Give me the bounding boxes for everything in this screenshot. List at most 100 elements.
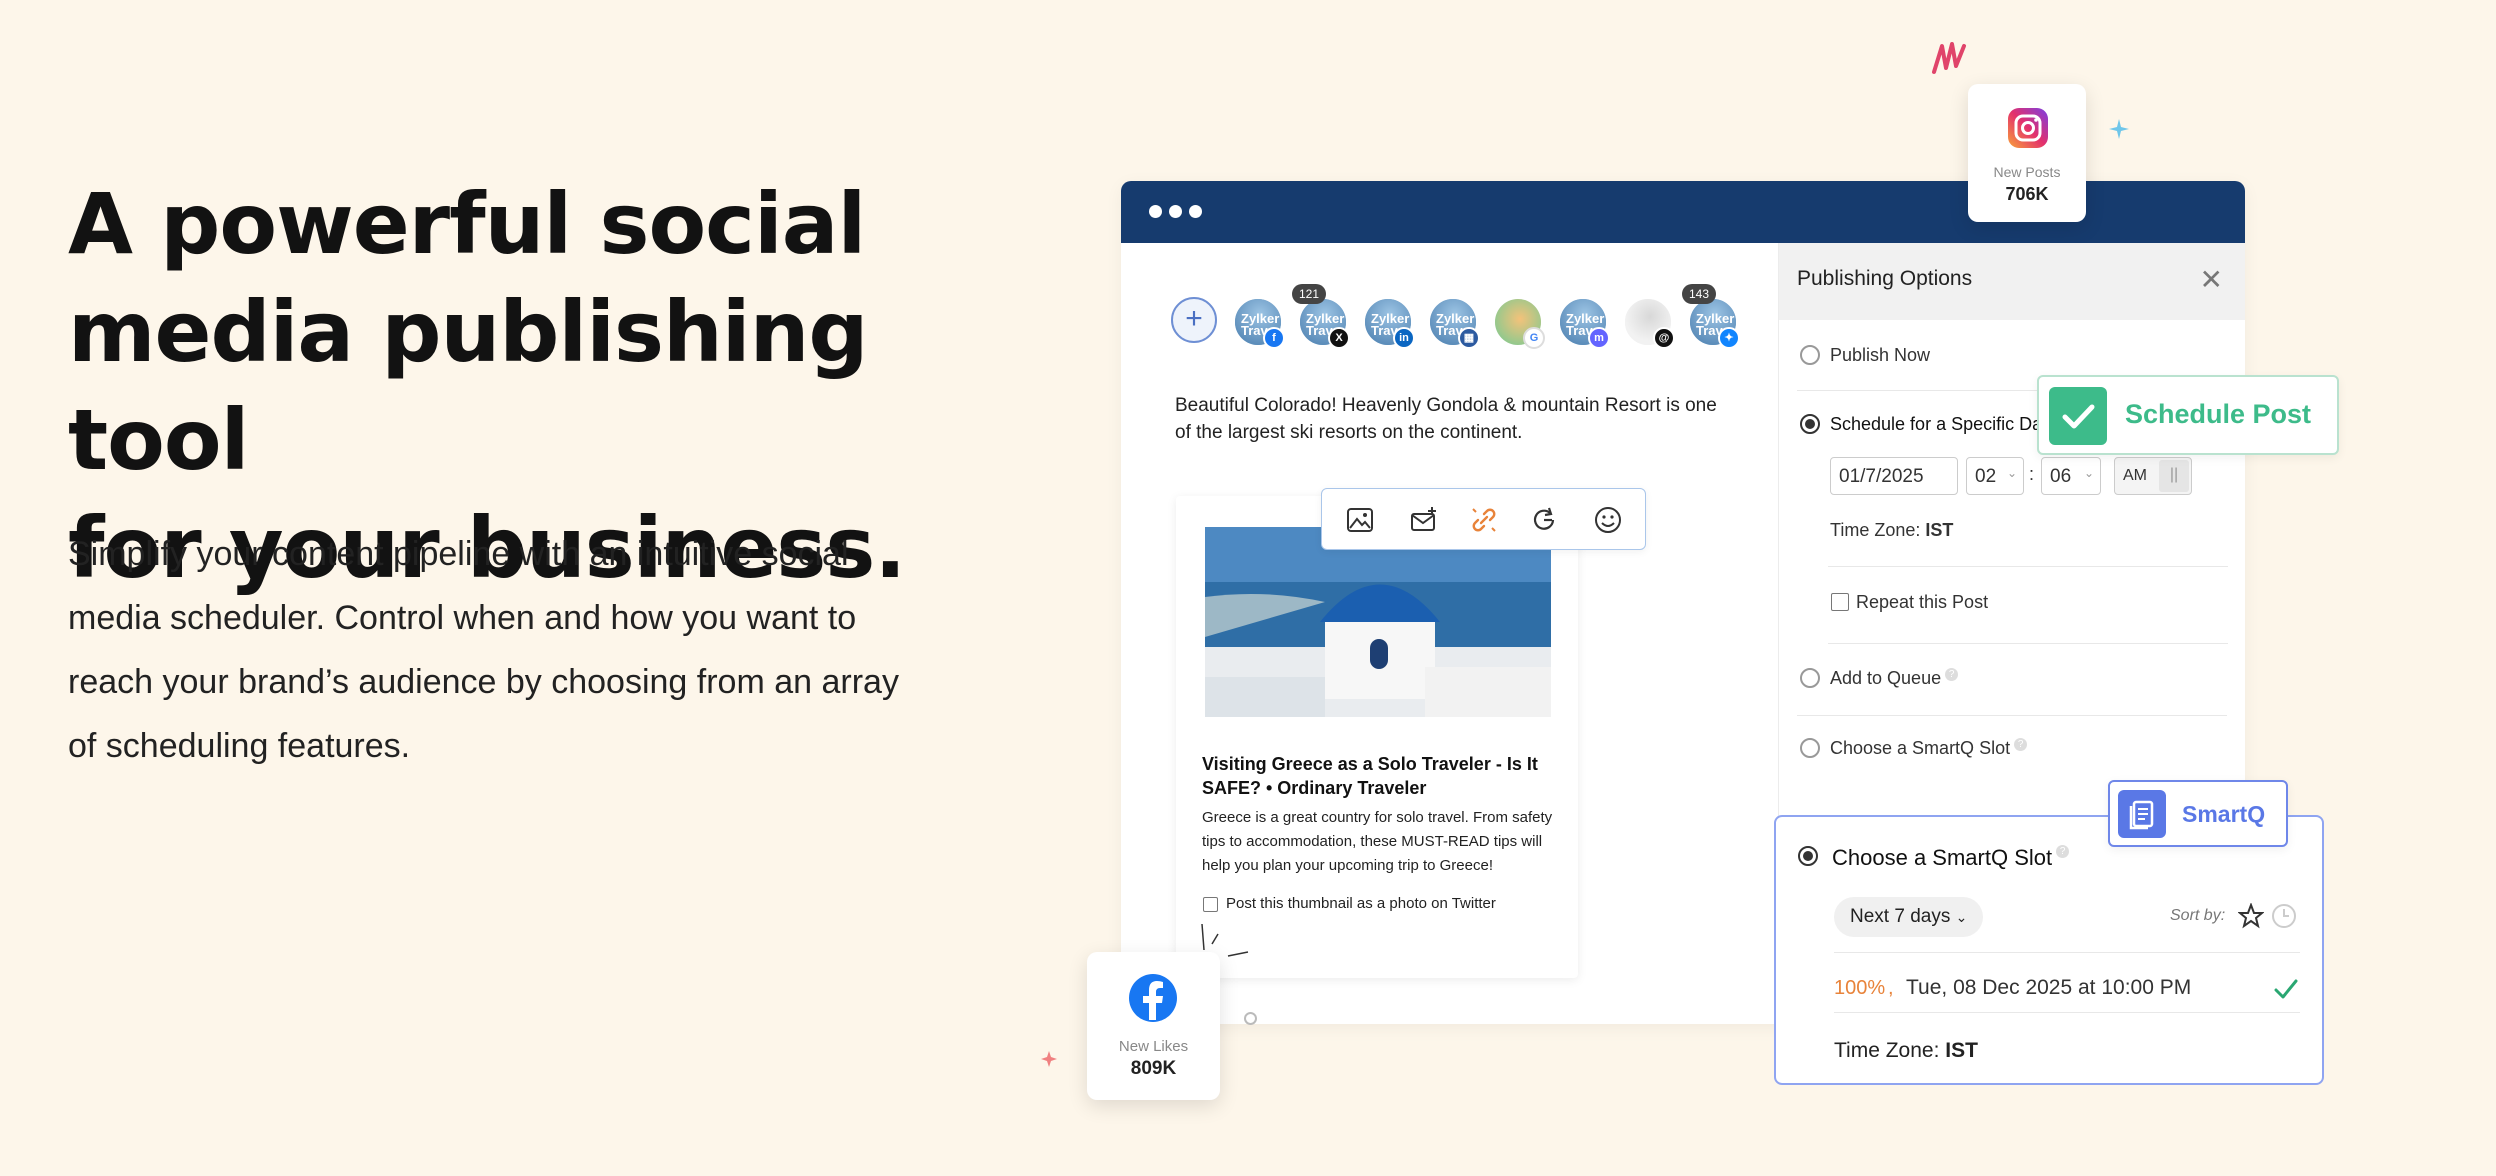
linkedin-icon: in (1393, 327, 1415, 349)
sparkle-icon (2109, 119, 2129, 139)
help-icon[interactable]: ? (2014, 738, 2028, 751)
publish-now-radio[interactable] (1800, 345, 1820, 365)
checkmark-icon (2274, 979, 2298, 999)
divider (1828, 566, 2228, 567)
hour-value: 02 (1975, 466, 1997, 487)
toggle-handle: || (2159, 460, 2189, 492)
schedule-specific-radio[interactable] (1800, 414, 1820, 434)
building-icon: ▦ (1458, 327, 1480, 349)
add-queue-radio[interactable] (1800, 668, 1820, 688)
hero-title-line: A powerful social (68, 175, 866, 273)
chevron-down-icon: ⌄ (2083, 466, 2094, 480)
carousel-dot[interactable] (1244, 1012, 1257, 1025)
facebook-stats-card: New Likes 809K (1087, 952, 1220, 1100)
instagram-icon (2008, 108, 2048, 148)
chevron-down-icon: ⌄ (1955, 909, 1968, 925)
close-icon[interactable]: ✕ (2200, 263, 2223, 296)
smartq-slot-panel: Choose a SmartQ Slot? Next 7 days ⌄ Sort… (1774, 815, 2324, 1085)
checkmark-icon (2049, 387, 2107, 445)
sort-by-label: Sort by: (2170, 907, 2226, 924)
sparkle-icon (1041, 1051, 1057, 1067)
help-icon[interactable]: ? (2056, 845, 2070, 858)
hero-title-line: media publishing tool (68, 283, 869, 489)
mastodon-icon: m (1588, 327, 1610, 349)
publishing-options-header: Publishing Options ✕ (1779, 243, 2245, 320)
facebook-icon (1129, 974, 1177, 1022)
ampm-toggle[interactable]: AM || (2114, 457, 2192, 495)
post-text-editor[interactable]: Beautiful Colorado! Heavenly Gondola & m… (1175, 392, 1735, 446)
facebook-icon: f (1263, 327, 1285, 349)
schedule-post-badge[interactable]: Schedule Post (2037, 375, 2339, 455)
window-dot (1189, 205, 1202, 218)
instagram-stat-label: New Posts (1993, 164, 2061, 180)
x-icon: X (1328, 327, 1350, 349)
window-dot (1149, 205, 1162, 218)
squiggle-decoration-icon (1932, 42, 1966, 74)
clock-icon[interactable] (2271, 903, 2297, 929)
profile-count-badge: 143 (1682, 284, 1717, 304)
add-queue-row: Add to Queue? (1830, 668, 1959, 689)
hero-subtitle-line: media scheduler. Control when and how yo… (68, 599, 857, 637)
schedule-specific-label: Schedule for a Specific Date (1830, 414, 2058, 434)
smartq-slot-item[interactable]: 100% , Tue, 08 Dec 2025 at 10:00 PM (1834, 967, 2304, 1017)
smartq-slot-label: Choose a SmartQ Slot (1830, 738, 2011, 758)
ampm-value: AM (2123, 467, 2147, 484)
time-separator: : (2029, 464, 2035, 484)
date-field[interactable]: 01/7/2025 (1830, 457, 1958, 495)
slot-percent: 100% (1834, 977, 1886, 999)
hero-subtitle-line: reach your brand’s audience by choosing … (68, 663, 899, 701)
minute-select[interactable]: 06 ⌄ (2041, 457, 2101, 495)
instagram-stats-card: New Posts 706K (1968, 84, 2086, 222)
threads-icon: @ (1653, 327, 1675, 349)
help-icon[interactable]: ? (1945, 668, 1959, 681)
minute-value: 06 (2050, 466, 2072, 487)
smartq-label: SmartQ (2182, 801, 2266, 827)
smartq-badge[interactable]: SmartQ (2108, 780, 2288, 847)
link-icon[interactable] (1468, 504, 1500, 536)
facebook-stat-label: New Likes (1118, 1038, 1189, 1055)
smartq-panel-radio[interactable] (1798, 846, 1818, 866)
hero-subtitle-line: Simplify your content pipeline with an i… (68, 535, 849, 573)
thumbnail-checkbox-label: Post this thumbnail as a photo on Twitte… (1226, 895, 1496, 912)
profile-count-badge: 121 (1292, 284, 1327, 304)
google-icon: G (1523, 327, 1545, 349)
add-profile-button[interactable]: + (1171, 297, 1217, 343)
smartq-timezone-row: Time Zone: IST (1834, 1039, 1978, 1063)
schedule-post-label: Schedule Post (2125, 399, 2312, 429)
thumbnail-checkbox[interactable] (1203, 897, 1218, 912)
publishing-options-title: Publishing Options (1797, 267, 1973, 290)
timezone-row: Time Zone: IST (1830, 520, 1953, 541)
hour-select[interactable]: 02 ⌄ (1966, 457, 2024, 495)
link-preview-image (1205, 527, 1551, 717)
window-dot (1169, 205, 1182, 218)
timezone-value: IST (1925, 520, 1954, 540)
hero-subtitle-line: of scheduling features. (68, 727, 411, 765)
smartq-slot-radio[interactable] (1800, 738, 1820, 758)
divider (1834, 1012, 2300, 1013)
timezone-label: Time Zone: (1834, 1039, 1940, 1062)
chevron-down-icon: ⌄ (2006, 466, 2017, 480)
add-queue-label: Add to Queue (1830, 668, 1942, 688)
repeat-checkbox[interactable] (1831, 593, 1849, 611)
smartq-icon (2118, 790, 2166, 838)
link-preview-title: Visiting Greece as a Solo Traveler - Is … (1202, 754, 1538, 798)
timezone-label: Time Zone: (1830, 520, 1921, 540)
timezone-value: IST (1945, 1039, 1978, 1062)
image-icon[interactable] (1344, 504, 1376, 536)
facebook-stat-value: 809K (1130, 1058, 1177, 1079)
date-range-dropdown[interactable]: Next 7 days ⌄ (1834, 897, 1984, 937)
smartq-panel-title: Choose a SmartQ Slot (1832, 845, 2053, 870)
divider (1834, 952, 2300, 953)
refresh-icon[interactable] (1528, 504, 1560, 536)
date-range-value: Next 7 days (1850, 906, 1951, 927)
star-icon[interactable] (2238, 903, 2264, 929)
divider (1828, 643, 2228, 644)
slot-comma: , (1888, 977, 1894, 999)
repeat-label: Repeat this Post (1856, 592, 1989, 612)
publish-now-label: Publish Now (1830, 345, 1931, 365)
smartq-panel-title-row: Choose a SmartQ Slot? (1832, 845, 2070, 871)
hero-subtitle: Simplify your content pipeline with an i… (68, 522, 968, 778)
emoji-icon[interactable] (1592, 504, 1624, 536)
add-email-icon[interactable] (1408, 504, 1440, 536)
bluesky-icon: ✦ (1718, 327, 1740, 349)
